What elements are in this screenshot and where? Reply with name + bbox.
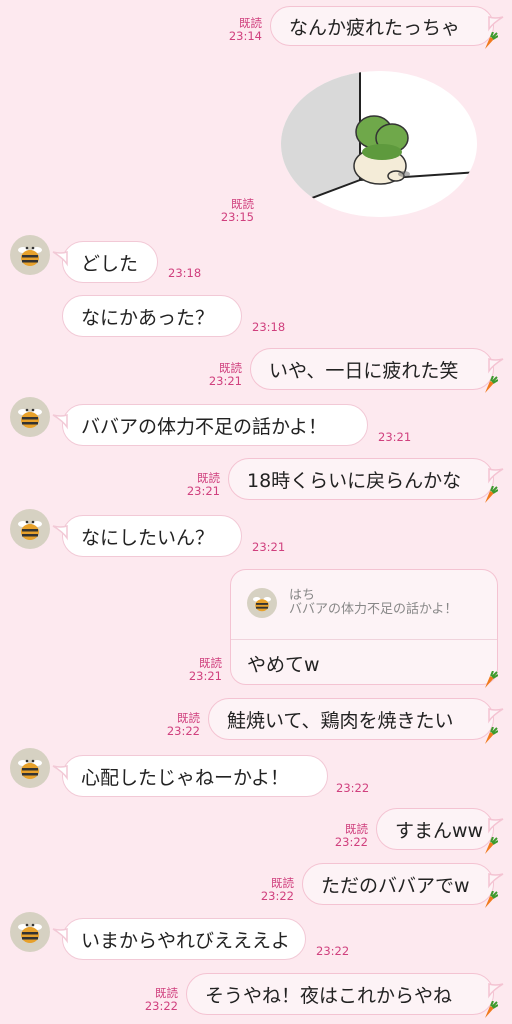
timestamp: 23:22 [336, 781, 370, 795]
carrot-icon [485, 727, 498, 744]
carrot-icon [485, 1001, 498, 1018]
timestamp: 23:14 [228, 29, 262, 43]
timestamp: 23:21 [208, 374, 242, 388]
timestamp: 23:21 [186, 484, 220, 498]
message-text: 鮭焼いて、鶏肉を焼きたい [227, 709, 454, 732]
message-text: なんか疲れたっちゃ [289, 16, 461, 39]
bee-avatar-icon[interactable] [10, 509, 50, 549]
message-text: ババアの体力不足の話かよ！ [81, 415, 328, 438]
message-bubble[interactable]: なにかあった？ [62, 295, 242, 337]
message-meta: 既読 23:21 [202, 362, 242, 388]
timestamp: 23:22 [260, 889, 294, 903]
bubble-tail [52, 927, 68, 944]
message-bubble[interactable]: いまからやれびえええよ [52, 918, 306, 960]
message-bubble[interactable]: そうやね！夜はこれからやね [186, 973, 504, 1015]
bee-avatar-icon [247, 588, 277, 618]
bubble-tail [488, 982, 504, 999]
timestamp: 23:21 [378, 430, 412, 444]
timestamp: 23:22 [166, 724, 200, 738]
message-meta: 既読 23:22 [138, 987, 178, 1013]
bubble-tail [52, 524, 68, 541]
bee-avatar-icon[interactable] [10, 748, 50, 788]
timestamp: 23:18 [168, 266, 202, 280]
carrot-icon [485, 891, 498, 908]
message-text: どした [81, 252, 139, 275]
message-bubble[interactable]: なにしたいん？ [52, 515, 242, 557]
bee-avatar-icon[interactable] [10, 397, 50, 437]
quoted-text: ババアの体力不足の話かよ！ [289, 602, 458, 617]
message-meta: 既読 23:14 [222, 17, 262, 43]
bubble-tail [488, 15, 504, 32]
carrot-icon [485, 837, 498, 854]
message-text: 18時くらいに戻らんかな [247, 469, 462, 492]
message-text: いや、一日に疲れた笑 [269, 359, 459, 382]
message-bubble[interactable]: どした [52, 241, 158, 283]
timestamp: 23:21 [252, 540, 286, 554]
message-meta: 既読 23:22 [160, 712, 200, 738]
message-text: やめてw [247, 654, 320, 676]
message-meta: 既読 23:22 [254, 877, 294, 903]
timestamp: 23:15 [220, 210, 254, 224]
message-bubble[interactable]: すまんww [376, 808, 504, 850]
carrot-icon [485, 671, 498, 688]
bubble-tail [52, 250, 68, 267]
carrot-icon [485, 376, 498, 393]
carrot-icon [485, 486, 498, 503]
message-meta: 既読 23:21 [180, 472, 220, 498]
bubble-tail [488, 872, 504, 889]
message-text: なにしたいん？ [81, 526, 215, 549]
bubble-tail [488, 707, 504, 724]
bubble-tail [52, 413, 68, 430]
message-text: すまんww [395, 819, 484, 842]
message-bubble[interactable]: 心配したじゃねーかよ！ [52, 755, 328, 797]
frog-in-corner-sticker[interactable] [280, 70, 478, 218]
message-bubble[interactable]: いや、一日に疲れた笑 [250, 348, 504, 390]
timestamp: 23:22 [334, 835, 368, 849]
message-text: そうやね！夜はこれからやね [205, 984, 453, 1007]
bubble-tail [488, 817, 504, 834]
message-bubble[interactable]: 鮭焼いて、鶏肉を焼きたい [208, 698, 504, 740]
message-meta: 既読 23:22 [328, 823, 368, 849]
carrot-icon [485, 32, 498, 49]
quoted-message[interactable]: はち ババアの体力不足の話かよ！ [231, 570, 497, 640]
bubble-tail [488, 467, 504, 484]
timestamp: 23:21 [188, 669, 222, 683]
message-bubble[interactable]: ただのババアでw [302, 863, 504, 905]
bee-avatar-icon[interactable] [10, 235, 50, 275]
message-meta: 既読 23:15 [214, 198, 254, 224]
message-text: なにかあった？ [81, 306, 215, 329]
message-text: ただのババアでw [321, 874, 470, 897]
message-meta: 既読 23:21 [182, 657, 222, 683]
timestamp: 23:18 [252, 320, 286, 334]
bubble-tail [488, 357, 504, 374]
timestamp: 23:22 [316, 944, 350, 958]
chat-thread: 既読 23:14 なんか疲れたっちゃ 既読 23:15 どした 23:18 なに… [0, 0, 512, 1024]
reply-message-bubble[interactable]: はち ババアの体力不足の話かよ！ やめてw [230, 569, 498, 685]
message-text: 心配したじゃねーかよ！ [81, 766, 290, 789]
message-bubble[interactable]: ババアの体力不足の話かよ！ [52, 404, 368, 446]
timestamp: 23:22 [144, 999, 178, 1013]
message-bubble[interactable]: 18時くらいに戻らんかな [228, 458, 504, 500]
bubble-tail [52, 764, 68, 781]
bee-avatar-icon[interactable] [10, 912, 50, 952]
message-text: いまからやれびえええよ [81, 929, 291, 952]
message-bubble[interactable]: なんか疲れたっちゃ [270, 6, 504, 46]
